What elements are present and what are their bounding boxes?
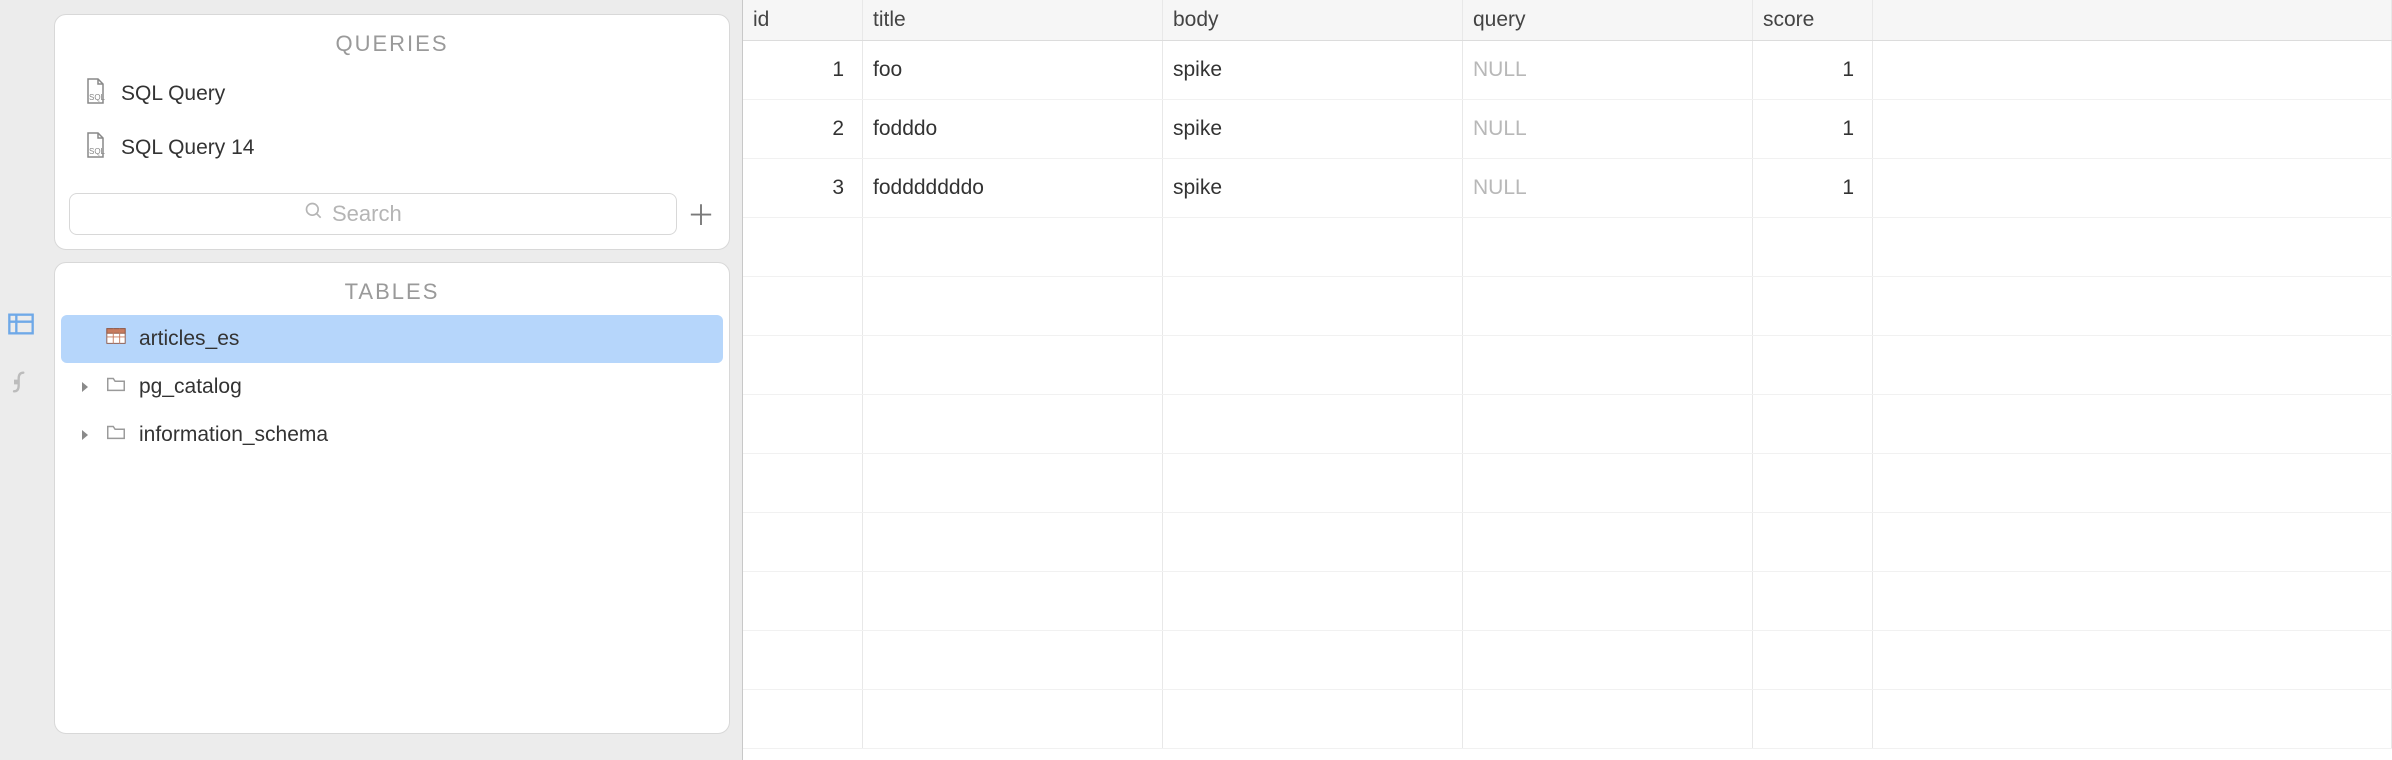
cell-query[interactable]: NULL bbox=[1463, 100, 1753, 158]
column-header-body[interactable]: body bbox=[1163, 0, 1463, 40]
table-row[interactable]: 2fodddospikeNULL1 bbox=[743, 100, 2392, 159]
table-row-empty bbox=[743, 218, 2392, 277]
table-item-articles-es[interactable]: articles_es bbox=[61, 315, 723, 363]
queries-header: QUERIES bbox=[55, 15, 729, 67]
table-rail-icon[interactable] bbox=[7, 310, 35, 338]
cell-spacer bbox=[1873, 159, 2392, 217]
column-header-score[interactable]: score bbox=[1753, 0, 1873, 40]
grid-body: 1foospikeNULL12fodddospikeNULL13fodddddd… bbox=[743, 41, 2392, 760]
cell-score[interactable]: 1 bbox=[1753, 159, 1873, 217]
sidebar: QUERIES SQL SQL Query SQL SQL Query 14 bbox=[42, 0, 742, 760]
chevron-right-icon bbox=[79, 429, 93, 441]
table-row-empty bbox=[743, 277, 2392, 336]
queries-panel: QUERIES SQL SQL Query SQL SQL Query 14 bbox=[54, 14, 730, 250]
cell-body[interactable]: spike bbox=[1163, 100, 1463, 158]
sql-file-icon: SQL bbox=[83, 131, 107, 165]
table-row-empty bbox=[743, 336, 2392, 395]
cell-id[interactable]: 3 bbox=[743, 159, 863, 217]
table-row-empty bbox=[743, 454, 2392, 513]
cell-title[interactable]: foo bbox=[863, 41, 1163, 99]
left-rail bbox=[0, 0, 42, 760]
column-header-id[interactable]: id bbox=[743, 0, 863, 40]
search-box[interactable] bbox=[69, 193, 677, 235]
column-header-title[interactable]: title bbox=[863, 0, 1163, 40]
cell-body[interactable]: spike bbox=[1163, 159, 1463, 217]
svg-text:SQL: SQL bbox=[89, 147, 106, 156]
table-icon bbox=[105, 325, 127, 353]
table-row-empty bbox=[743, 513, 2392, 572]
table-row[interactable]: 1foospikeNULL1 bbox=[743, 41, 2392, 100]
cell-score[interactable]: 1 bbox=[1753, 41, 1873, 99]
tables-list: articles_es pg_catalog bbox=[55, 315, 729, 733]
query-item-label: SQL Query bbox=[121, 82, 225, 106]
add-query-button[interactable]: ＋ bbox=[687, 200, 715, 228]
query-item[interactable]: SQL SQL Query bbox=[55, 67, 729, 121]
cell-id[interactable]: 2 bbox=[743, 100, 863, 158]
table-row[interactable]: 3fodddddddospikeNULL1 bbox=[743, 159, 2392, 218]
cell-spacer bbox=[1873, 41, 2392, 99]
query-item-label: SQL Query 14 bbox=[121, 136, 254, 160]
sql-file-icon: SQL bbox=[83, 77, 107, 111]
cell-title[interactable]: fodddddddo bbox=[863, 159, 1163, 217]
table-item-label: pg_catalog bbox=[139, 375, 242, 399]
cell-title[interactable]: fodddo bbox=[863, 100, 1163, 158]
cell-score[interactable]: 1 bbox=[1753, 100, 1873, 158]
grid-header: id title body query score bbox=[743, 0, 2392, 41]
folder-icon bbox=[105, 373, 127, 401]
cell-body[interactable]: spike bbox=[1163, 41, 1463, 99]
column-header-spacer bbox=[1873, 0, 2392, 40]
cell-id[interactable]: 1 bbox=[743, 41, 863, 99]
table-row-empty bbox=[743, 631, 2392, 690]
function-rail-icon[interactable] bbox=[7, 368, 35, 396]
table-row-empty bbox=[743, 395, 2392, 454]
table-folder-information-schema[interactable]: information_schema bbox=[61, 411, 723, 459]
folder-icon bbox=[105, 421, 127, 449]
table-row-empty bbox=[743, 572, 2392, 631]
tables-header: TABLES bbox=[55, 263, 729, 315]
svg-text:SQL: SQL bbox=[89, 93, 106, 102]
column-header-query[interactable]: query bbox=[1463, 0, 1753, 40]
query-item[interactable]: SQL SQL Query 14 bbox=[55, 121, 729, 175]
table-row-empty bbox=[743, 690, 2392, 749]
table-item-label: articles_es bbox=[139, 327, 239, 351]
search-row: ＋ bbox=[55, 187, 729, 249]
queries-list: SQL SQL Query SQL SQL Query 14 bbox=[55, 67, 729, 187]
tables-panel: TABLES articles_es pg_catalog bbox=[54, 262, 730, 734]
search-input[interactable] bbox=[332, 201, 442, 227]
data-grid: id title body query score 1foospikeNULL1… bbox=[742, 0, 2392, 760]
cell-query[interactable]: NULL bbox=[1463, 159, 1753, 217]
table-folder-pg-catalog[interactable]: pg_catalog bbox=[61, 363, 723, 411]
table-item-label: information_schema bbox=[139, 423, 328, 447]
cell-query[interactable]: NULL bbox=[1463, 41, 1753, 99]
cell-spacer bbox=[1873, 100, 2392, 158]
search-icon bbox=[304, 201, 324, 227]
chevron-right-icon bbox=[79, 381, 93, 393]
